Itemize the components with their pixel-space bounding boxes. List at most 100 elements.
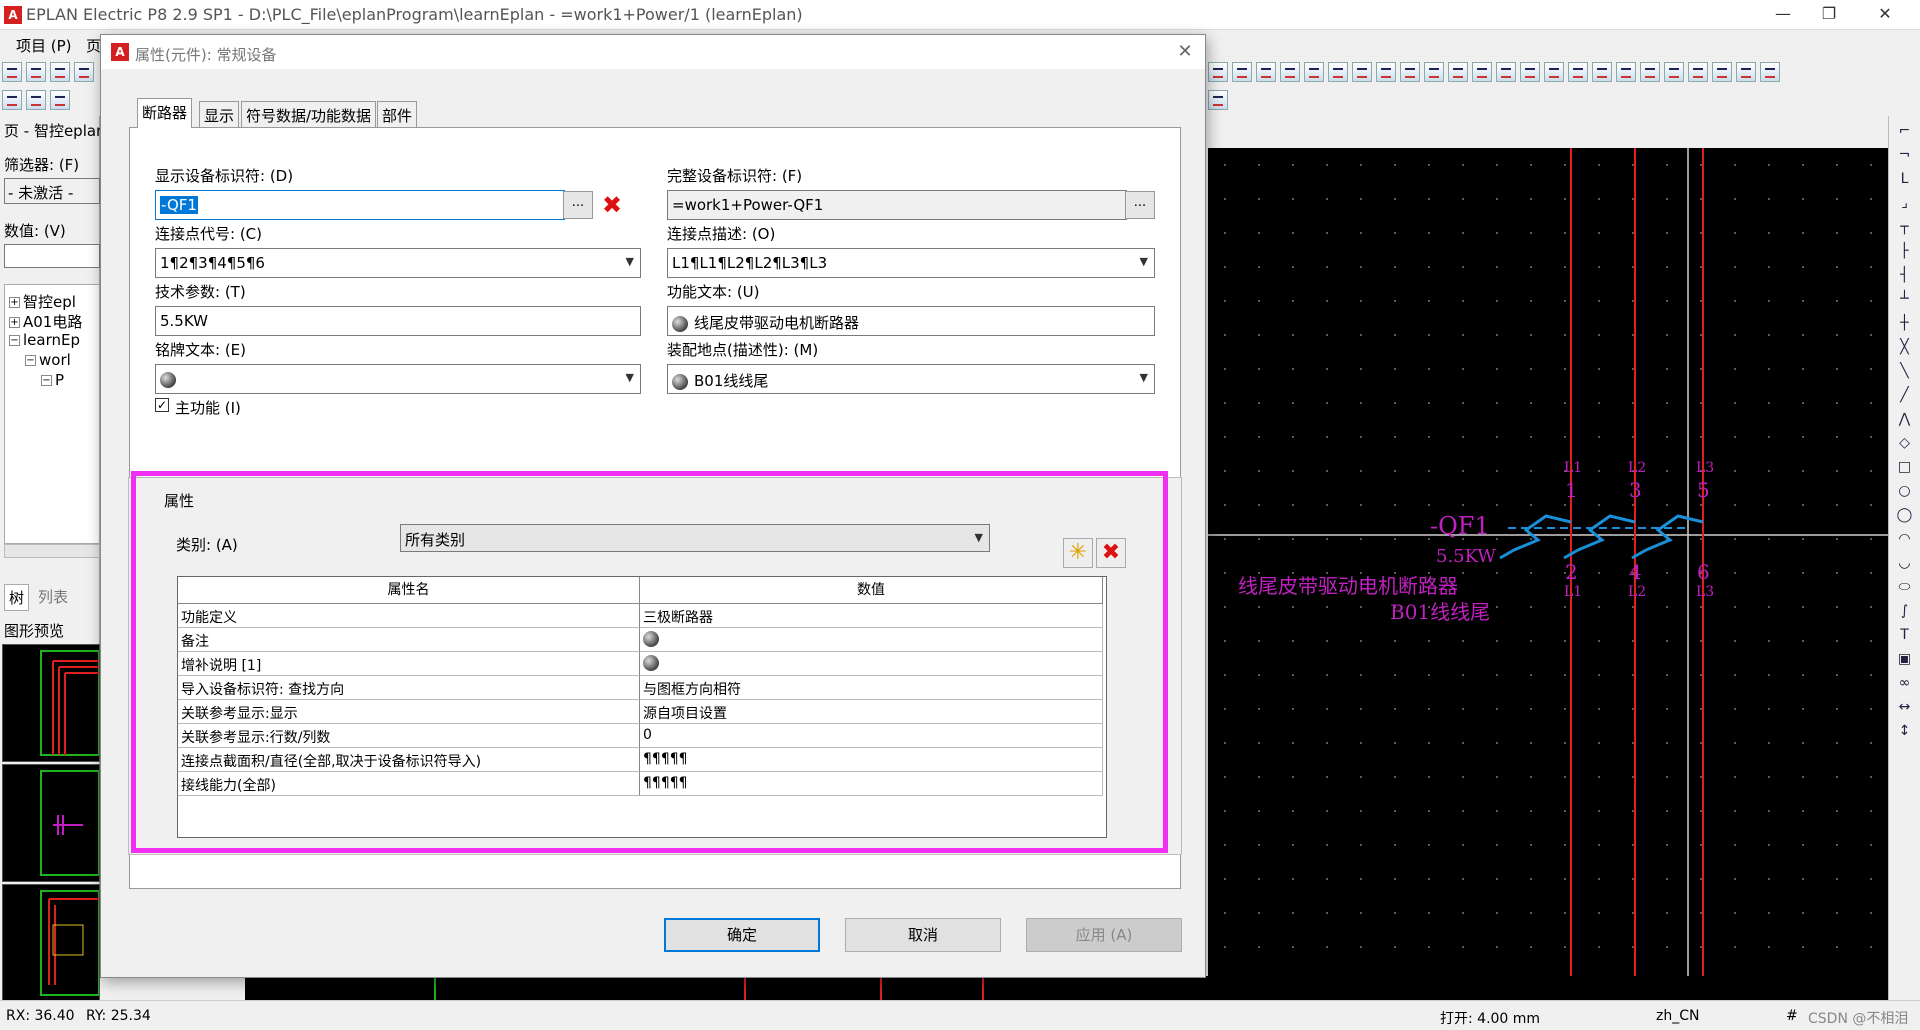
cross-tool-icon[interactable]: ┼ [1896,314,1914,332]
toolbar-icon[interactable] [50,62,70,82]
toolbar-icon[interactable] [1496,62,1516,82]
toolbar-icon[interactable] [26,62,46,82]
toolbar-icon[interactable] [74,62,94,82]
corner-tool-icon[interactable]: ¬ [1896,146,1914,164]
tree-node[interactable]: − P [5,371,99,391]
corner-tool-icon[interactable]: ⌐ [1896,122,1914,140]
spline-tool-icon[interactable]: ∫ [1896,602,1914,620]
toolbar-icon[interactable] [1712,62,1732,82]
mount-location-select[interactable]: B01线线尾 ▼ [667,364,1155,394]
tree-expander-icon[interactable]: + [9,317,20,328]
tee-tool-icon[interactable]: ┬ [1896,218,1914,236]
rectangle-tool-icon[interactable]: □ [1896,458,1914,476]
tab-display[interactable]: 显示 [199,101,240,127]
tee-tool-icon[interactable]: ┤ [1896,266,1914,284]
tech-param-input[interactable]: 5.5KW [155,306,641,336]
tab-symbol-function-data[interactable]: 符号数据/功能数据 [241,101,377,127]
toolbar-icon[interactable] [1400,62,1420,82]
dialog-close-button[interactable]: ✕ [1171,39,1199,65]
toolbar-icon[interactable] [1328,62,1348,82]
minimize-button[interactable]: — [1760,0,1806,30]
func-text-input[interactable]: 线尾皮带驱动电机断路器 [667,306,1155,336]
toolbar-icon[interactable] [1448,62,1468,82]
menu-project[interactable]: 项目 (P) [16,35,72,56]
tree-scrollbar[interactable] [4,544,100,558]
toolbar-icon[interactable] [1376,62,1396,82]
text-tool-icon[interactable]: T [1896,626,1914,644]
image-tool-icon[interactable]: ▣ [1896,650,1914,668]
toolbar-icon[interactable] [1208,62,1228,82]
toolbar-icon[interactable] [1568,62,1588,82]
cross-tool-icon[interactable]: ╳ [1896,338,1914,356]
toolbar-icon[interactable] [1616,62,1636,82]
tree-expander-icon[interactable]: − [9,335,20,346]
toolbar-icon[interactable] [1472,62,1492,82]
dimension-tool-icon[interactable]: ↔ [1896,698,1914,716]
dialog-titlebar[interactable]: A 属性(元件): 常规设备 ✕ [101,35,1205,69]
corner-tool-icon[interactable]: ⌟ [1896,194,1914,212]
tab-tree[interactable]: 树 [4,584,30,611]
tree-expander-icon[interactable]: − [41,375,52,386]
dimension-tool-icon[interactable]: ↕ [1896,722,1914,740]
toolbar-icon[interactable] [1232,62,1252,82]
tab-list[interactable]: 列表 [34,584,72,609]
tee-tool-icon[interactable]: ┴ [1896,290,1914,308]
tab-parts[interactable]: 部件 [377,101,418,127]
tab-breaker[interactable]: 断路器 [137,98,193,128]
toolbar-icon[interactable] [2,90,22,110]
display-id-browse-button[interactable]: ... [563,191,593,219]
restore-button[interactable]: ❐ [1806,0,1852,30]
main-function-checkbox[interactable]: ✓ [155,398,169,412]
ok-button[interactable]: 确定 [664,918,820,952]
tree-node[interactable]: + A01电路 [5,311,99,331]
arc-tool-icon[interactable]: ◠ [1896,530,1914,548]
cancel-button[interactable]: 取消 [845,918,1001,952]
schematic-canvas[interactable]: L1 L2 L3 1 3 5 2 4 6 L1 L2 L3 -QF1 5.5KW… [1208,148,1888,1000]
full-id-input[interactable]: =work1+Power-QF1 [667,190,1127,220]
delete-icon[interactable]: ✖ [597,191,627,219]
tee-tool-icon[interactable]: ├ [1896,242,1914,260]
toolbar-icon[interactable] [1352,62,1372,82]
toolbar-icon[interactable] [1256,62,1276,82]
toolbar-icon[interactable] [1664,62,1684,82]
tree-node[interactable]: − worl [5,351,99,371]
line-tool-icon[interactable]: ╱ [1896,386,1914,404]
filter-select[interactable]: - 未激活 - [4,178,100,204]
toolbar-icon[interactable] [1640,62,1660,82]
preview-thumbnail[interactable] [2,764,100,882]
device-tag-label[interactable]: -QF1 [1430,512,1490,540]
tree-node[interactable]: − learnEp [5,331,99,351]
link-tool-icon[interactable]: ∞ [1896,674,1914,692]
toolbar-icon[interactable] [1520,62,1540,82]
ellipse-tool-icon[interactable]: ⬭ [1896,578,1914,596]
value-input[interactable] [4,244,100,268]
toolbar-icon[interactable] [1760,62,1780,82]
toolbar-icon[interactable] [1592,62,1612,82]
tree-expander-icon[interactable]: + [9,297,20,308]
display-id-input[interactable]: -QF1 [155,190,565,220]
preview-thumbnail[interactable] [2,644,100,762]
menu-page[interactable]: 页 [86,35,101,56]
circle-tool-icon[interactable]: ◯ [1896,506,1914,524]
full-id-browse-button[interactable]: ... [1125,191,1155,219]
toolbar-icon[interactable] [1280,62,1300,82]
corner-tool-icon[interactable]: L [1896,170,1914,188]
polyline-tool-icon[interactable]: ⋀ [1896,410,1914,428]
preview-thumbnail[interactable] [2,884,100,1002]
conn-desc-select[interactable]: L1¶L1¶L2¶L2¶L3¶L3 ▼ [667,248,1155,278]
tree-node[interactable]: + 智控epl [5,291,99,311]
toolbar-icon[interactable] [50,90,70,110]
toolbar-icon[interactable] [2,62,22,82]
toolbar-icon[interactable] [1304,62,1324,82]
conn-code-select[interactable]: 1¶2¶3¶4¶5¶6 ▼ [155,248,641,278]
toolbar-icon[interactable] [1544,62,1564,82]
polygon-tool-icon[interactable]: ◇ [1896,434,1914,452]
toolbar-icon[interactable] [26,90,46,110]
toolbar-icon[interactable] [1688,62,1708,82]
apply-button[interactable]: 应用 (A) [1026,918,1182,952]
toolbar-icon[interactable] [1208,90,1228,110]
close-window-button[interactable]: ✕ [1862,0,1908,30]
jumper-tool-icon[interactable]: ╲ [1896,362,1914,380]
arc-tool-icon[interactable]: ◡ [1896,554,1914,572]
tree-expander-icon[interactable]: − [25,355,36,366]
